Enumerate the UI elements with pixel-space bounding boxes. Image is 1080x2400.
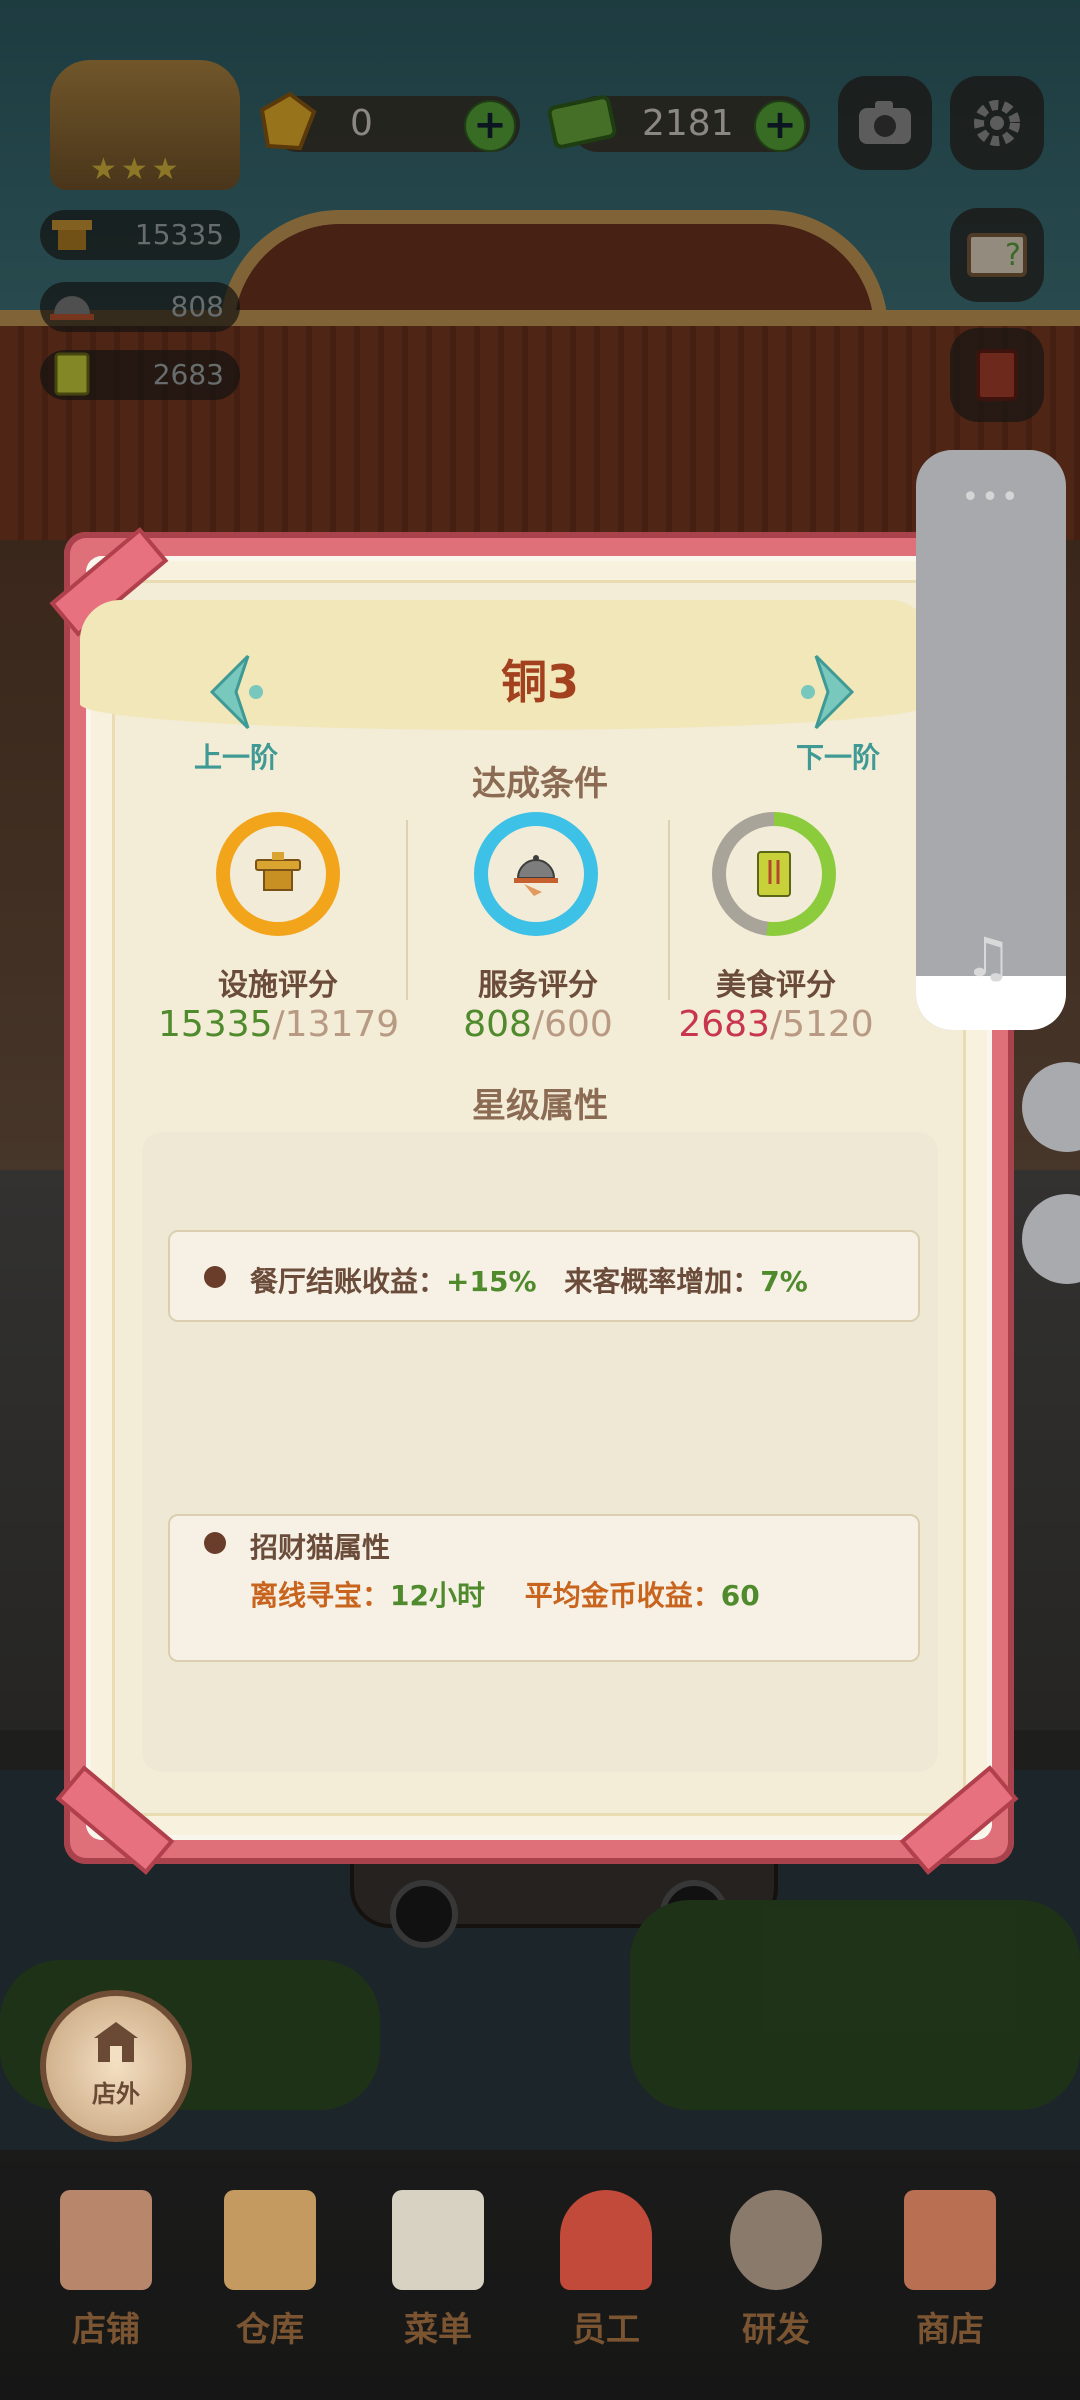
service-current: 808 (463, 1004, 532, 1045)
service-score-progress: 808/600 (418, 1004, 658, 1045)
facility-score-progress: 15335/13179 (158, 1004, 400, 1045)
attributes-title: 星级属性 (472, 1086, 608, 1126)
lucky-cat-box: 招财猫属性 离线寻宝：12小时 平均金币收益：60 (168, 1514, 920, 1662)
service-score-label: 服务评分 (478, 968, 598, 1003)
lucky-cat-stats: 离线寻宝：12小时 平均金币收益：60 (250, 1574, 760, 1614)
menu-item-research[interactable]: 研发 (706, 2190, 846, 2350)
next-tier-arrow-icon[interactable] (800, 652, 860, 732)
menu-item-shop[interactable]: 店铺 (36, 2190, 176, 2350)
store-stall-icon (904, 2190, 996, 2290)
avg-coin-value: 60 (720, 1579, 760, 1612)
service-score-ring (474, 812, 598, 936)
cookbook-icon (757, 851, 791, 897)
offline-treasure-label: 离线寻宝： (250, 1579, 391, 1612)
menu-item-label: 员工 (572, 2310, 640, 2350)
storefront-icon (94, 2022, 138, 2062)
music-note-icon[interactable]: ♫ (964, 926, 1012, 989)
facility-target: /13179 (272, 1004, 400, 1045)
service-target: /600 (531, 1004, 613, 1045)
restaurant-bonus-box: 餐厅结账收益：+15% 来客概率增加：7% (168, 1230, 920, 1322)
avg-coin-label: 平均金币收益： (524, 1579, 721, 1612)
food-current: 2683 (678, 1004, 770, 1045)
food-score-progress: 2683/5120 (656, 1004, 896, 1045)
outside-store-button[interactable]: 店外 (40, 1990, 192, 2142)
food-score-ring (712, 812, 836, 936)
restaurant-bonus-text: 餐厅结账收益：+15% 来客概率增加：7% (250, 1260, 808, 1300)
menu-item-label: 菜单 (404, 2310, 472, 2350)
menu-item-staff[interactable]: 员工 (536, 2190, 676, 2350)
clipboard-menu-icon (392, 2190, 484, 2290)
facility-score-label: 设施评分 (218, 968, 338, 1003)
checkout-income-label: 餐厅结账收益： (250, 1265, 447, 1298)
wok-research-icon (730, 2190, 822, 2290)
warehouse-box-icon (224, 2190, 316, 2290)
chef-staff-icon (560, 2190, 652, 2290)
golden-stove-icon (255, 852, 301, 891)
checkout-income-value: +15% (446, 1265, 537, 1298)
menu-item-store[interactable]: 商店 (880, 2190, 1020, 2350)
bullet-dot (204, 1266, 226, 1288)
prev-tier-arrow-icon[interactable] (204, 652, 264, 732)
menu-item-warehouse[interactable]: 仓库 (200, 2190, 340, 2350)
offline-treasure-value: 12小时 (390, 1579, 485, 1612)
bullet-dot (204, 1532, 226, 1554)
column-divider (406, 820, 408, 1000)
serving-cloche-icon (514, 855, 558, 896)
menu-item-label: 商店 (916, 2310, 984, 2350)
food-target: /5120 (769, 1004, 874, 1045)
menu-item-label: 店铺 (72, 2310, 140, 2350)
facility-score-ring (216, 812, 340, 936)
menu-item-menu[interactable]: 菜单 (368, 2190, 508, 2350)
shop-building-icon (60, 2190, 152, 2290)
outside-store-label: 店外 (92, 2080, 140, 2108)
menu-item-label: 研发 (742, 2310, 810, 2350)
visitor-rate-label: 来客概率增加： (564, 1265, 761, 1298)
visitor-rate-value: 7% (760, 1265, 808, 1298)
attributes-panel (142, 1132, 938, 1772)
lucky-cat-title: 招财猫属性 (250, 1531, 391, 1564)
more-dots-icon[interactable]: ••• (916, 480, 1066, 515)
food-score-label: 美食评分 (716, 968, 836, 1003)
facility-current: 15335 (158, 1004, 273, 1045)
menu-item-label: 仓库 (236, 2310, 304, 2350)
